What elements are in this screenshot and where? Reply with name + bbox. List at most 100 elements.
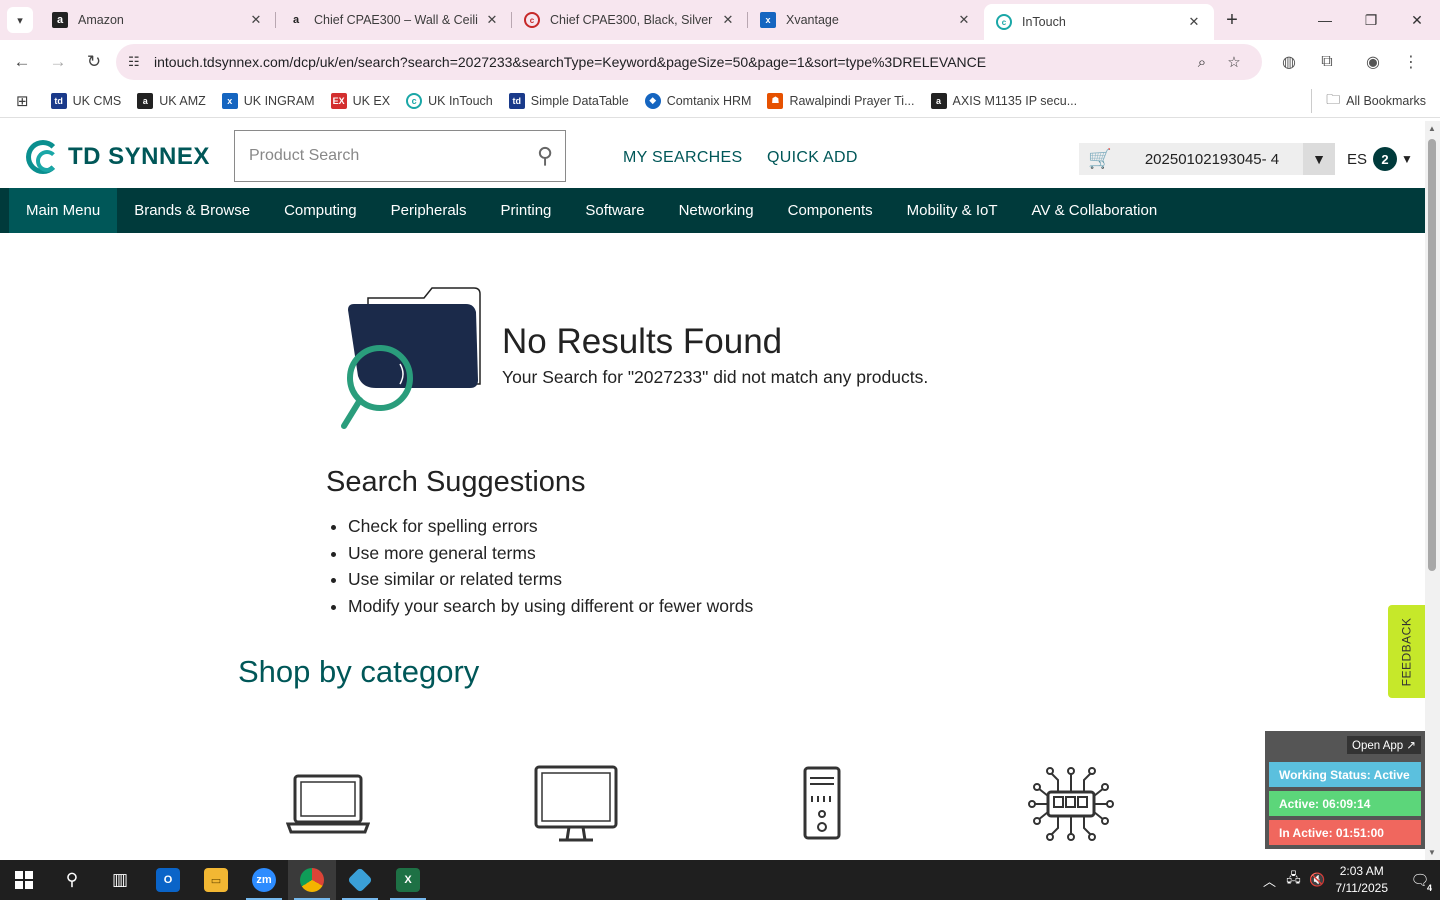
nav-printing[interactable]: Printing — [484, 188, 569, 233]
forward-icon[interactable]: → — [40, 44, 76, 80]
notification-center-icon[interactable]: 🗨 4 — [1400, 871, 1440, 893]
bookmark-rawalpindi-prayer[interactable]: ☗ Rawalpindi Prayer Ti... — [767, 92, 915, 109]
laptop-icon[interactable] — [286, 764, 370, 836]
list-item: Check for spelling errors — [348, 515, 753, 542]
taskbar-search-icon[interactable]: ⚲ — [48, 860, 96, 900]
bookmark-uk-ingram[interactable]: x UK INGRAM — [221, 92, 315, 109]
nav-mobility-iot[interactable]: Mobility & IoT — [890, 188, 1015, 233]
nav-software[interactable]: Software — [568, 188, 661, 233]
monitor-icon[interactable] — [533, 764, 619, 844]
zoom-app-icon[interactable]: zm — [240, 860, 288, 900]
tab-search-button[interactable]: ▾ — [0, 0, 40, 40]
tab-title: Chief CPAE300 – Wall & Ceiling — [314, 13, 478, 27]
reload-icon[interactable]: ↻ — [76, 44, 112, 80]
nav-main-menu[interactable]: Main Menu — [9, 188, 118, 233]
bookmark-axis-m1135[interactable]: a AXIS M1135 IP secu... — [930, 92, 1077, 109]
all-bookmarks-button[interactable]: 🗀 All Bookmarks — [1311, 88, 1426, 113]
nav-brands-browse[interactable]: Brands & Browse — [117, 188, 267, 233]
new-tab-button[interactable]: + — [1214, 9, 1250, 32]
nav-peripherals[interactable]: Peripherals — [374, 188, 484, 233]
url-text[interactable]: intouch.tdsynnex.com/dcp/uk/en/search?se… — [154, 54, 1186, 70]
nav-components[interactable]: Components — [771, 188, 890, 233]
intouch-icon: c — [996, 14, 1012, 30]
bookmark-star-icon[interactable]: ☆ — [1218, 53, 1250, 71]
tab-chief-amazon[interactable]: a Chief CPAE300 – Wall & Ceiling ✕ — [276, 0, 512, 40]
tab-intouch[interactable]: c InTouch ✕ — [984, 4, 1214, 40]
address-bar[interactable]: ☷ intouch.tdsynnex.com/dcp/uk/en/search?… — [116, 44, 1262, 80]
scroll-down-icon[interactable]: ▼ — [1428, 848, 1436, 857]
product-search: ⚲ — [234, 130, 566, 182]
amazon-icon: a — [137, 92, 154, 109]
menu-dots-icon[interactable]: ⋮ — [1392, 52, 1430, 72]
zoom-icon[interactable]: ⌕ — [1186, 54, 1218, 71]
amazon-icon: a — [292, 14, 300, 26]
close-window-icon[interactable]: ✕ — [1394, 12, 1440, 29]
outlook-icon[interactable]: O — [144, 860, 192, 900]
extensions-icon[interactable]: ⧉ — [1308, 53, 1346, 71]
close-icon[interactable]: ✕ — [720, 12, 736, 28]
no-results-folder-icon — [341, 287, 481, 429]
td-synnex-logo[interactable]: TD SYNNEX — [26, 140, 210, 174]
xvantage-icon: x — [760, 12, 776, 28]
apps-grid-icon[interactable]: ⊞ — [16, 92, 29, 110]
tab-chief-product[interactable]: c Chief CPAE300, Black, Silver | M ✕ — [512, 0, 748, 40]
close-icon[interactable]: ✕ — [484, 12, 500, 28]
browser-tab-strip: ▾ a Amazon ✕ a Chief CPAE300 – Wall & Ce… — [0, 0, 1440, 40]
bookmark-uk-ex[interactable]: EX UK EX — [330, 92, 390, 109]
excel-icon[interactable]: X — [384, 860, 432, 900]
app-diamond-icon[interactable] — [336, 860, 384, 900]
quick-add-link[interactable]: QUICK ADD — [767, 149, 858, 167]
folder-icon: 🗀 — [1326, 90, 1341, 107]
site-info-icon[interactable]: ☷ — [128, 54, 148, 70]
bookmark-label: UK InTouch — [428, 93, 493, 108]
cart-selector[interactable]: 🛒 20250102193045- 4 ▼ — [1079, 143, 1335, 175]
tray-chevron-up-icon[interactable]: ︿ — [1258, 871, 1282, 890]
file-explorer-icon[interactable]: ▭ — [192, 860, 240, 900]
feedback-button[interactable]: FEEDBACK — [1388, 605, 1425, 698]
components-chip-icon[interactable] — [1028, 766, 1114, 842]
account-language-menu[interactable]: ES 2 ▼ — [1347, 147, 1413, 171]
windows-start-icon[interactable] — [0, 860, 48, 900]
user-initials: ES — [1347, 150, 1368, 168]
close-icon[interactable]: ✕ — [1186, 14, 1202, 30]
tab-title: Xvantage — [786, 13, 839, 27]
cart-icon[interactable]: 🛒 — [1079, 147, 1121, 171]
page-scrollbar[interactable]: ▲ ▼ — [1425, 121, 1440, 860]
clock[interactable]: 2:03 AM 7/11/2025 — [1336, 863, 1389, 897]
bookmark-uk-cms[interactable]: td UK CMS — [50, 92, 121, 109]
volume-muted-icon[interactable]: 🔇 — [1306, 872, 1330, 888]
close-icon[interactable]: ✕ — [248, 12, 264, 28]
profile-icon[interactable]: ◉ — [1354, 52, 1392, 72]
tab-title: InTouch — [1022, 15, 1066, 29]
back-icon[interactable]: ← — [4, 44, 40, 80]
task-view-icon[interactable]: ▥ — [96, 860, 144, 900]
tab-xvantage[interactable]: x Xvantage ✕ — [748, 0, 984, 40]
list-item: Modify your search by using different or… — [348, 595, 753, 622]
bookmark-comtanix-hrm[interactable]: ◆ Comtanix HRM — [644, 92, 751, 109]
bookmark-uk-intouch[interactable]: c UK InTouch — [406, 92, 493, 109]
nav-networking[interactable]: Networking — [662, 188, 771, 233]
feedback-label: FEEDBACK — [1399, 617, 1414, 686]
minimize-icon[interactable]: — — [1302, 12, 1348, 29]
product-search-input[interactable] — [249, 147, 525, 165]
caret-down-icon: ▼ — [1401, 152, 1413, 166]
nav-computing[interactable]: Computing — [267, 188, 374, 233]
search-icon[interactable]: ⚲ — [525, 143, 565, 169]
close-icon[interactable]: ✕ — [956, 12, 972, 28]
chevron-down-icon[interactable]: ▼ — [1303, 143, 1335, 175]
my-searches-link[interactable]: MY SEARCHES — [623, 149, 742, 167]
chrome-icon[interactable] — [288, 860, 336, 900]
work-status-widget: Open App ↗ Working Status: Active Active… — [1265, 731, 1425, 849]
bookmark-uk-amz[interactable]: a UK AMZ — [137, 92, 206, 109]
bookmark-simple-datatable[interactable]: td Simple DataTable — [508, 92, 629, 109]
scroll-up-icon[interactable]: ▲ — [1428, 124, 1436, 133]
diamond-app-icon — [347, 867, 373, 893]
desktop-tower-icon[interactable] — [802, 764, 842, 840]
network-icon[interactable]: 🖧 — [1282, 869, 1306, 891]
nav-av-collaboration[interactable]: AV & Collaboration — [1015, 188, 1175, 233]
tab-amazon[interactable]: a Amazon ✕ — [40, 0, 276, 40]
open-app-button[interactable]: Open App ↗ — [1347, 736, 1421, 754]
translate-icon[interactable]: ◍ — [1270, 52, 1308, 72]
scrollbar-thumb[interactable] — [1428, 139, 1436, 571]
restore-icon[interactable]: ❐ — [1348, 12, 1394, 29]
